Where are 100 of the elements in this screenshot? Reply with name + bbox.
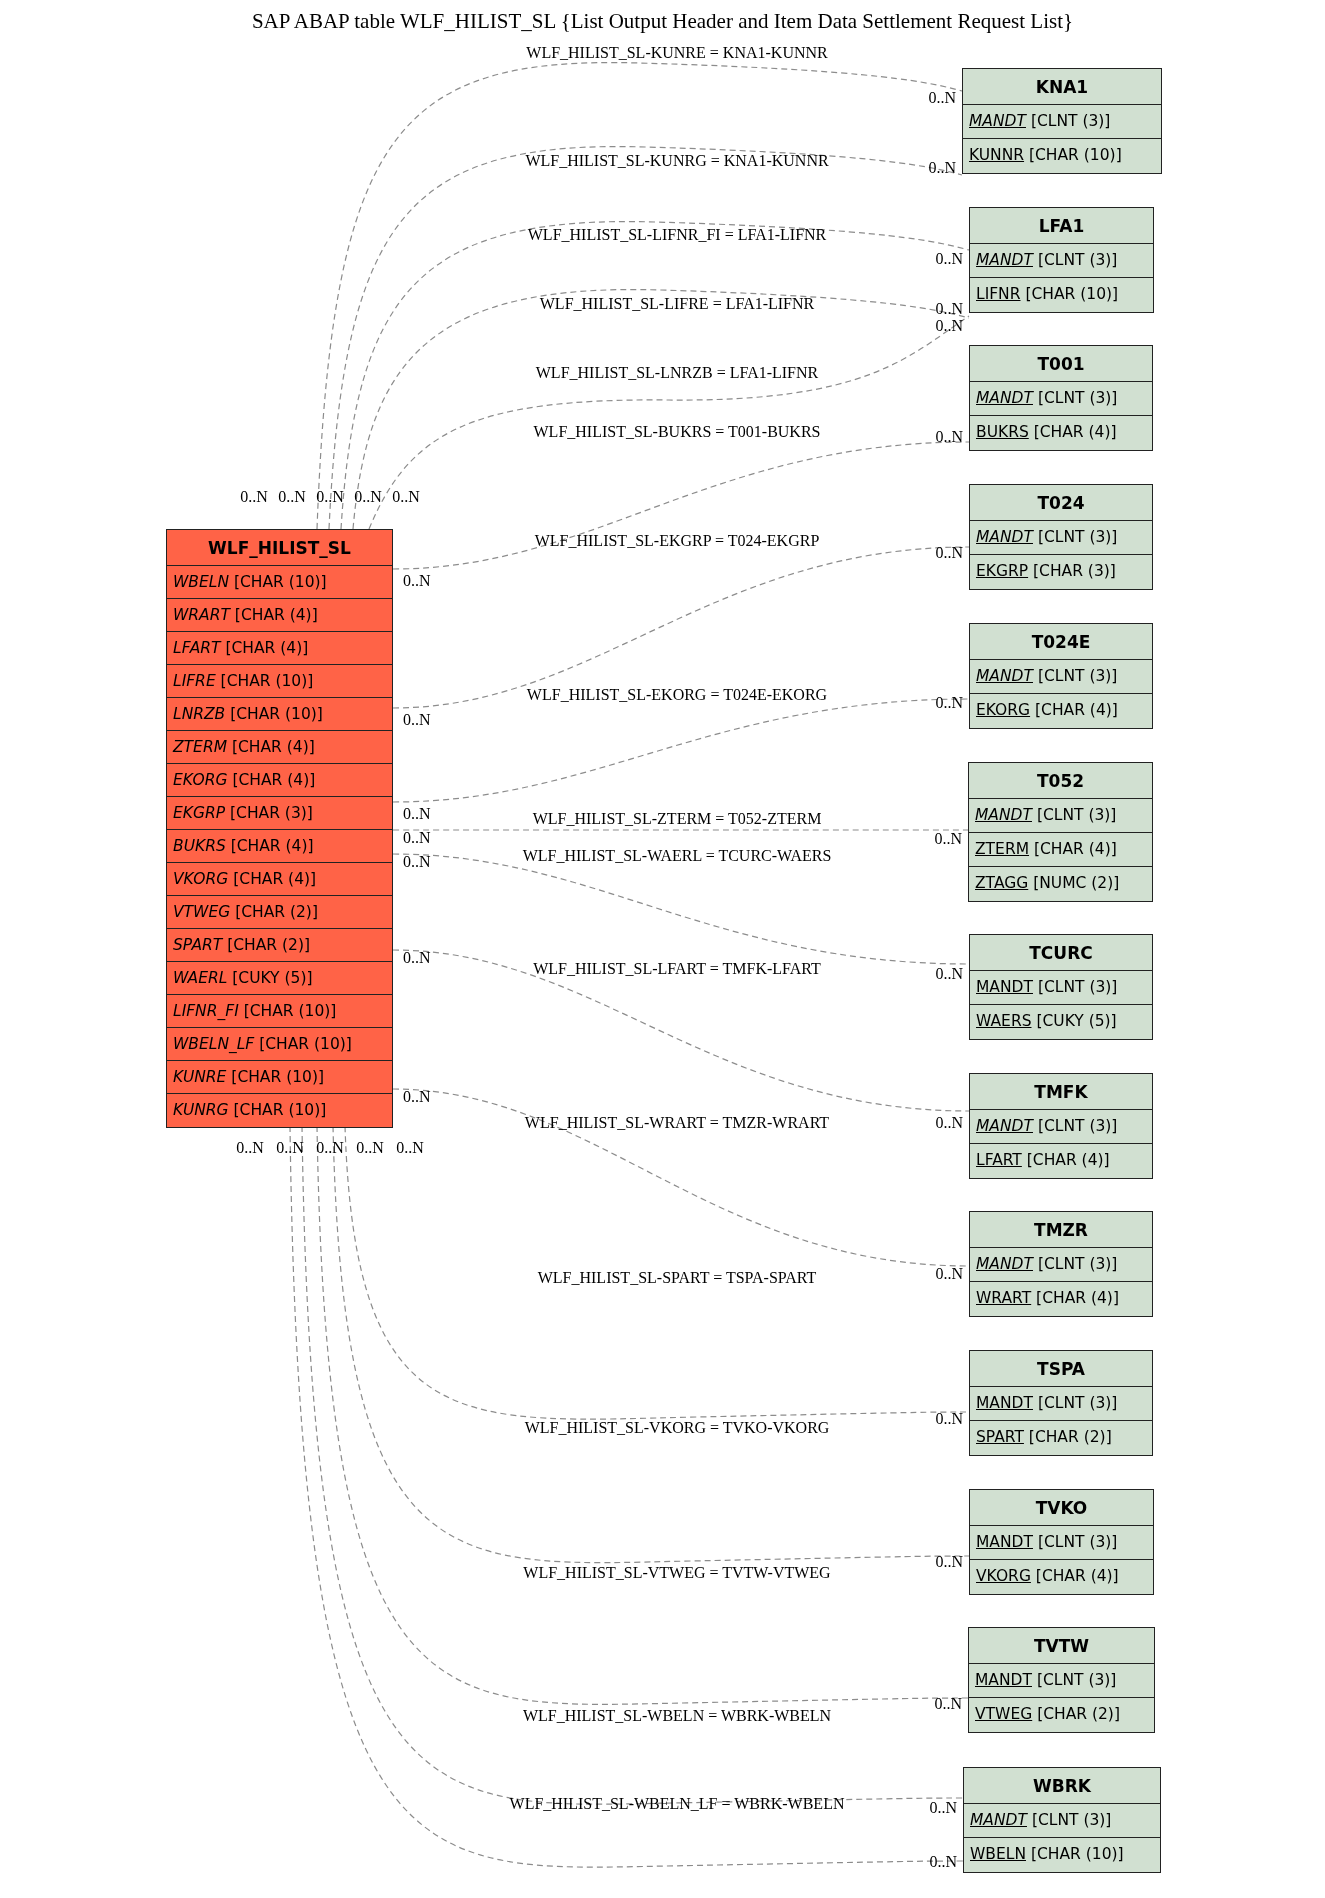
cardinality-label: 0..N <box>316 1138 344 1158</box>
cardinality-label: 0..N <box>278 487 306 507</box>
table-field: EKGRP [CHAR (3)] <box>970 555 1152 589</box>
table-field: SPART [CHAR (2)] <box>167 929 392 962</box>
cardinality-label: 0..N <box>403 710 431 730</box>
table-title: T024 <box>970 485 1152 521</box>
table-title: WBRK <box>964 1768 1160 1804</box>
cardinality-label: 0..N <box>403 828 431 848</box>
table-field: WBELN_LF [CHAR (10)] <box>167 1028 392 1061</box>
table-title: TVKO <box>970 1490 1153 1526</box>
table-field: LIFNR [CHAR (10)] <box>970 278 1153 312</box>
cardinality-label: 0..N <box>240 487 268 507</box>
cardinality-label: 0..N <box>354 487 382 507</box>
table-field: WBELN [CHAR (10)] <box>167 566 392 599</box>
table-field: MANDT [CLNT (3)] <box>969 1664 1154 1698</box>
relation-label: WLF_HILIST_SL-VKORG = TVKO-VKORG <box>524 1419 830 1437</box>
table-field: LFART [CHAR (4)] <box>970 1144 1152 1178</box>
cardinality-label: 0..N <box>403 948 431 968</box>
relation-label: WLF_HILIST_SL-LIFNR_FI = LFA1-LIFNR <box>527 226 827 244</box>
relation-label: WLF_HILIST_SL-KUNRE = KNA1-KUNNR <box>526 44 828 62</box>
cardinality-label: 0..N <box>316 487 344 507</box>
table-field: WAERL [CUKY (5)] <box>167 962 392 995</box>
relation-label: WLF_HILIST_SL-WAERL = TCURC-WAERS <box>522 847 832 865</box>
cardinality-label: 0..N <box>935 693 963 713</box>
table-title: TVTW <box>969 1628 1154 1664</box>
table-title: T052 <box>969 763 1152 799</box>
relation-label: WLF_HILIST_SL-EKGRP = T024-EKGRP <box>534 532 820 550</box>
table-field: MANDT [CLNT (3)] <box>964 1804 1160 1838</box>
table-field: BUKRS [CHAR (4)] <box>167 830 392 863</box>
cardinality-label: 0..N <box>935 1552 963 1572</box>
relation-label: WLF_HILIST_SL-LNRZB = LFA1-LIFNR <box>535 364 819 382</box>
table-title: TMFK <box>970 1074 1152 1110</box>
cardinality-label: 0..N <box>935 427 963 447</box>
cardinality-label: 0..N <box>929 1852 957 1872</box>
cardinality-label: 0..N <box>928 158 956 178</box>
relation-label: WLF_HILIST_SL-WRART = TMZR-WRART <box>524 1114 830 1132</box>
table-field: LIFNR_FI [CHAR (10)] <box>167 995 392 1028</box>
table-field: WRART [CHAR (4)] <box>167 599 392 632</box>
cardinality-label: 0..N <box>935 316 963 336</box>
table-field: EKORG [CHAR (4)] <box>970 694 1152 728</box>
table-title: T024E <box>970 624 1152 660</box>
table-field: MANDT [CLNT (3)] <box>970 1110 1152 1144</box>
relation-label: WLF_HILIST_SL-SPART = TSPA-SPART <box>537 1269 817 1287</box>
table-field: MANDT [CLNT (3)] <box>970 1387 1152 1421</box>
table-field: WBELN [CHAR (10)] <box>964 1838 1160 1872</box>
cardinality-label: 0..N <box>403 852 431 872</box>
table-field: MANDT [CLNT (3)] <box>963 105 1161 139</box>
relation-label: WLF_HILIST_SL-BUKRS = T001-BUKRS <box>533 423 821 441</box>
table-field: EKGRP [CHAR (3)] <box>167 797 392 830</box>
table-title: WLF_HILIST_SL <box>167 530 392 566</box>
table-field: VKORG [CHAR (4)] <box>167 863 392 896</box>
table-field: LFART [CHAR (4)] <box>167 632 392 665</box>
table-field: WRART [CHAR (4)] <box>970 1282 1152 1316</box>
table-field: MANDT [CLNT (3)] <box>970 660 1152 694</box>
cardinality-label: 0..N <box>935 299 963 319</box>
relation-label: WLF_HILIST_SL-EKORG = T024E-EKORG <box>526 686 828 704</box>
cardinality-label: 0..N <box>935 964 963 984</box>
relation-label: WLF_HILIST_SL-WBELN = WBRK-WBELN <box>522 1707 832 1725</box>
relation-label: WLF_HILIST_SL-VTWEG = TVTW-VTWEG <box>523 1564 831 1582</box>
cardinality-label: 0..N <box>236 1138 264 1158</box>
table-title: TSPA <box>970 1351 1152 1387</box>
cardinality-label: 0..N <box>928 88 956 108</box>
table-field: LNRZB [CHAR (10)] <box>167 698 392 731</box>
table-field: MANDT [CLNT (3)] <box>970 1526 1153 1560</box>
cardinality-label: 0..N <box>396 1138 424 1158</box>
cardinality-label: 0..N <box>934 1694 962 1714</box>
table-field: EKORG [CHAR (4)] <box>167 764 392 797</box>
cardinality-label: 0..N <box>935 249 963 269</box>
table-field: MANDT [CLNT (3)] <box>970 244 1153 278</box>
table-field: ZTAGG [NUMC (2)] <box>969 867 1152 901</box>
table-field: MANDT [CLNT (3)] <box>970 1248 1152 1282</box>
table-field: MANDT [CLNT (3)] <box>970 971 1152 1005</box>
table-field: VTWEG [CHAR (2)] <box>969 1698 1154 1732</box>
table-field: MANDT [CLNT (3)] <box>970 521 1152 555</box>
relation-label: WLF_HILIST_SL-ZTERM = T052-ZTERM <box>532 810 822 828</box>
table-field: KUNRG [CHAR (10)] <box>167 1094 392 1127</box>
table-field: MANDT [CLNT (3)] <box>970 382 1152 416</box>
table-field: ZTERM [CHAR (4)] <box>969 833 1152 867</box>
table-field: KUNRE [CHAR (10)] <box>167 1061 392 1094</box>
cardinality-label: 0..N <box>403 571 431 591</box>
table-field: VTWEG [CHAR (2)] <box>167 896 392 929</box>
table-field: LIFRE [CHAR (10)] <box>167 665 392 698</box>
cardinality-label: 0..N <box>392 487 420 507</box>
relation-label: WLF_HILIST_SL-WBELN_LF = WBRK-WBELN <box>509 1795 845 1813</box>
relation-label: WLF_HILIST_SL-LFART = TMFK-LFART <box>533 960 821 978</box>
cardinality-label: 0..N <box>356 1138 384 1158</box>
table-field: MANDT [CLNT (3)] <box>969 799 1152 833</box>
table-title: LFA1 <box>970 208 1153 244</box>
table-field: WAERS [CUKY (5)] <box>970 1005 1152 1039</box>
table-field: KUNNR [CHAR (10)] <box>963 139 1161 173</box>
table-title: T001 <box>970 346 1152 382</box>
cardinality-label: 0..N <box>935 543 963 563</box>
cardinality-label: 0..N <box>403 1087 431 1107</box>
table-title: TMZR <box>970 1212 1152 1248</box>
relation-label: WLF_HILIST_SL-LIFRE = LFA1-LIFNR <box>539 295 815 313</box>
table-field: ZTERM [CHAR (4)] <box>167 731 392 764</box>
relation-label: WLF_HILIST_SL-KUNRG = KNA1-KUNNR <box>525 152 829 170</box>
cardinality-label: 0..N <box>276 1138 304 1158</box>
cardinality-label: 0..N <box>935 1409 963 1429</box>
diagram-title: SAP ABAP table WLF_HILIST_SL {List Output Header and Item Data Settlement Request List} <box>250 9 1075 34</box>
